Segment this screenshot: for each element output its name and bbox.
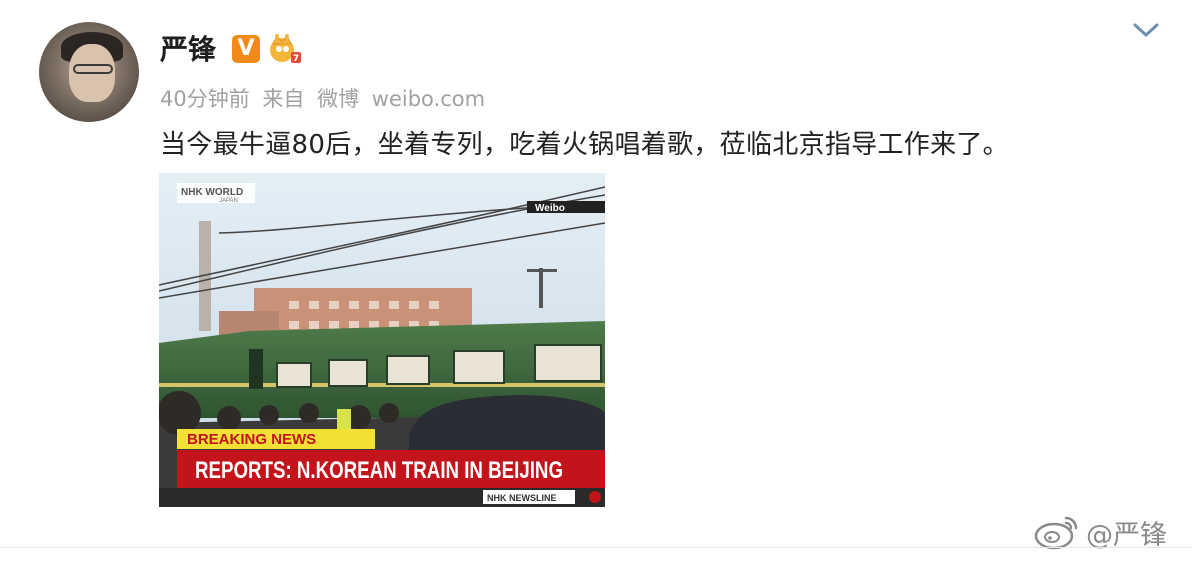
headline-text: REPORTS: N.KOREAN TRAIN IN BEIJING [195, 457, 563, 484]
crown-icon: 7 [270, 34, 301, 64]
weibo-watermark: @严锋 [1034, 512, 1167, 552]
watermark-text: @严锋 [1086, 519, 1167, 551]
weibo-logo-icon [1034, 516, 1078, 550]
from-label: 来自 [262, 87, 305, 111]
nhk-world-logo: NHK WORLD [181, 187, 243, 198]
bottom-divider [0, 547, 1192, 548]
source-tag: Weibo [535, 203, 565, 214]
source-site[interactable]: weibo.com [372, 87, 485, 111]
source-app[interactable]: 微博 [317, 87, 359, 111]
user-name[interactable]: 严锋 [160, 28, 216, 68]
breaking-news-label: BREAKING NEWS [187, 431, 316, 448]
nhk-world-sub: JAPAN [219, 198, 238, 204]
nhk-newsline-logo: NHK NEWSLINE [487, 493, 557, 503]
svg-text:7: 7 [293, 54, 299, 64]
user-avatar[interactable] [39, 22, 139, 122]
verified-badge-icon: V [232, 35, 260, 63]
avatar-glasses [73, 64, 113, 74]
post-text: 当今最牛逼80后，坐着专列，吃着火锅唱着歌，莅临北京指导工作来了。 [160, 130, 1009, 160]
news-screenshot: BREAKING NEWS REPORTS: N.KOREAN TRAIN IN… [159, 173, 605, 507]
post-time: 40分钟前 [160, 87, 250, 111]
post-meta: 40分钟前 来自 微博 weibo.com [160, 83, 491, 113]
post-image[interactable]: BREAKING NEWS REPORTS: N.KOREAN TRAIN IN… [159, 173, 605, 507]
nhk-logo-icon [589, 491, 601, 503]
chevron-down-icon[interactable] [1132, 18, 1160, 42]
